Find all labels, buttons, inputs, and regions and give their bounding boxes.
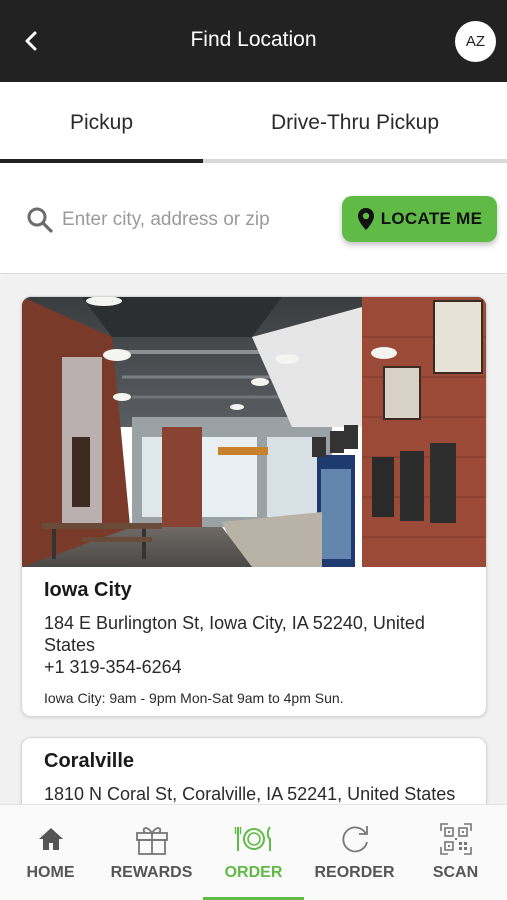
nav-rewards-label: REWARDS [110, 864, 193, 881]
tab-drive-thru-pickup[interactable]: Drive-Thru Pickup [203, 82, 507, 164]
nav-rewards[interactable]: REWARDS [101, 805, 202, 900]
plate-cutlery-icon [234, 826, 271, 851]
location-address: 1810 N Coral St, Coralville, IA 52241, U… [44, 784, 456, 804]
nav-order-label: ORDER [224, 864, 283, 881]
search-input[interactable] [62, 200, 330, 240]
location-address: 184 E Burlington St, Iowa City, IA 52240… [44, 613, 425, 655]
location-card[interactable]: Coralville 1810 N Coral St, Coralville, … [21, 737, 487, 804]
location-phone[interactable]: +1 319-354-6264 [44, 656, 464, 678]
nav-home-label: HOME [26, 864, 75, 881]
location-name: Iowa City [44, 579, 132, 601]
home-icon [38, 828, 63, 850]
order-type-tabs: Pickup Drive-Thru Pickup [0, 82, 507, 164]
qr-code-icon [439, 823, 472, 855]
locate-me-button[interactable]: LOCATE ME [342, 196, 497, 242]
search-icon [27, 207, 53, 233]
location-card[interactable]: Iowa City 184 E Burlington St, Iowa City… [21, 296, 487, 717]
page-title: Find Location [190, 28, 317, 51]
tab-pickup-indicator [0, 159, 203, 163]
location-search-bar: LOCATE ME [0, 166, 507, 274]
nav-scan[interactable]: SCAN [405, 805, 506, 900]
nav-home[interactable]: HOME [0, 805, 101, 900]
location-list[interactable]: Iowa City 184 E Burlington St, Iowa City… [0, 276, 507, 804]
nav-reorder[interactable]: REORDER [304, 805, 405, 900]
tab-drive-thru-indicator [203, 159, 507, 163]
gift-icon [135, 827, 168, 855]
refresh-icon [341, 826, 368, 853]
location-photo [22, 297, 486, 567]
bottom-nav: HOME REWARDS ORDER REORDER SCAN [0, 804, 507, 900]
app-header: Find Location AZ [0, 0, 507, 82]
nav-reorder-label: REORDER [314, 864, 395, 881]
locate-me-label: LOCATE ME [380, 209, 483, 228]
location-hours: Iowa City: 9am - 9pm Mon-Sat 9am to 4pm … [44, 690, 344, 706]
tab-pickup[interactable]: Pickup [0, 82, 203, 164]
nav-scan-label: SCAN [432, 864, 479, 881]
location-name: Coralville [44, 750, 135, 772]
avatar[interactable]: AZ [455, 21, 496, 62]
map-pin-icon [357, 208, 374, 230]
nav-order[interactable]: ORDER [203, 805, 304, 900]
